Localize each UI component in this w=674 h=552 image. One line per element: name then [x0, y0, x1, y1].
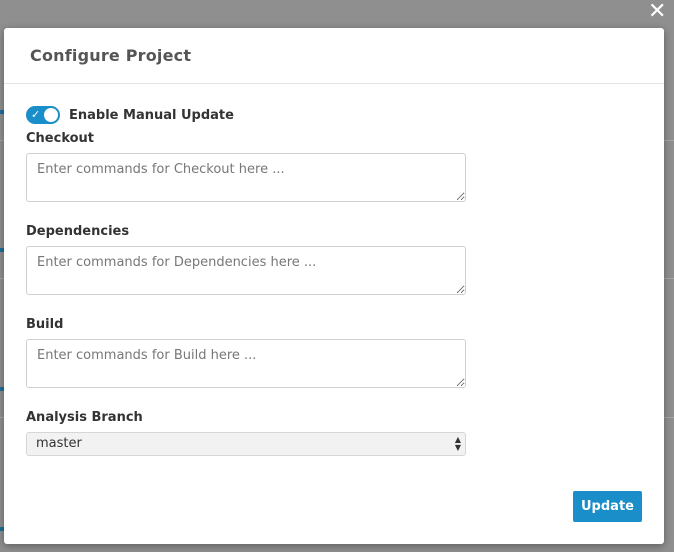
select-arrows-icon: ▲ ▼ [454, 435, 461, 452]
analysis-branch-select[interactable]: master ▲ ▼ [26, 432, 466, 456]
configure-project-dialog: Configure Project ✓ Enable Manual Update… [4, 28, 664, 544]
build-label: Build [26, 317, 64, 332]
dialog-title: Configure Project [30, 46, 192, 65]
dependencies-label: Dependencies [26, 224, 130, 239]
checkout-label: Checkout [26, 131, 95, 146]
dependencies-commands-input[interactable] [26, 246, 466, 295]
analysis-branch-label: Analysis Branch [26, 410, 143, 425]
manual-update-label: Enable Manual Update [69, 107, 234, 123]
check-icon: ✓ [31, 108, 41, 121]
dialog-header: Configure Project [4, 28, 664, 84]
manual-update-toggle[interactable]: ✓ [26, 106, 60, 124]
analysis-branch-value: master [36, 436, 82, 451]
build-commands-input[interactable] [26, 339, 466, 388]
toggle-knob [44, 108, 58, 122]
checkout-commands-input[interactable] [26, 153, 466, 202]
close-icon[interactable]: ✕ [648, 1, 666, 23]
update-button[interactable]: Update [573, 491, 642, 522]
manual-update-row: ✓ Enable Manual Update [26, 106, 234, 124]
